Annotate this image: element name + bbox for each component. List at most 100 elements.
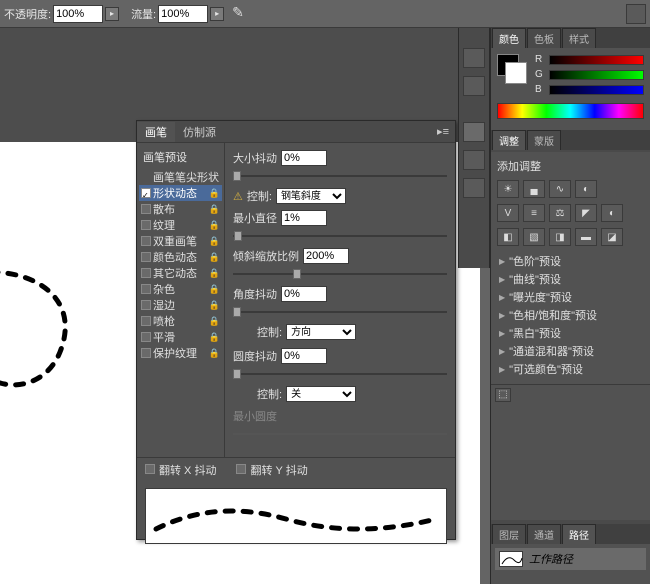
work-path-row[interactable]: 工作路径 <box>495 548 646 570</box>
brush-option-形状动态[interactable]: 形状动态🔒 <box>139 185 222 201</box>
checkbox-icon[interactable] <box>141 300 151 310</box>
preset-item[interactable]: ▶"色相/饱和度"预设 <box>497 306 644 324</box>
dock-char-icon[interactable] <box>463 178 485 198</box>
lock-icon: 🔒 <box>209 268 220 279</box>
tab-paths[interactable]: 路径 <box>562 524 596 544</box>
control3-select[interactable]: 关 <box>286 386 356 402</box>
angle-jitter-input[interactable] <box>281 286 327 302</box>
toolbar-right-icon[interactable] <box>626 4 646 24</box>
brush-option-杂色[interactable]: 杂色🔒 <box>139 281 222 297</box>
opacity-input[interactable] <box>53 5 103 23</box>
brightness-icon[interactable]: ☀ <box>497 180 519 198</box>
brush-option-保护纹理[interactable]: 保护纹理🔒 <box>139 345 222 361</box>
min-round-label: 最小圆度 <box>233 408 277 424</box>
levels-icon[interactable]: ▄ <box>523 180 545 198</box>
checkbox-icon[interactable] <box>141 284 151 294</box>
photo-filter-icon[interactable]: ◐ <box>601 204 623 222</box>
dock-clone-icon[interactable] <box>463 150 485 170</box>
adjustments-panel: 添加调整 ☀ ▄ ∿ ◐ V ≡ ⚖ ◤ ◐ ◧ ▧ ◨ ▬ ◪ ▶"色阶"预设 <box>491 152 650 520</box>
brush-option-散布[interactable]: 散布🔒 <box>139 201 222 217</box>
hue-icon[interactable]: ≡ <box>523 204 545 222</box>
preset-item[interactable]: ▶"色阶"预设 <box>497 252 644 270</box>
tab-swatches[interactable]: 色板 <box>527 28 561 48</box>
opacity-dropdown[interactable]: ▸ <box>105 7 119 21</box>
tab-masks[interactable]: 蒙版 <box>527 130 561 150</box>
tab-channels[interactable]: 通道 <box>527 524 561 544</box>
tab-clone-source[interactable]: 仿制源 <box>175 122 224 142</box>
spectrum-ramp[interactable] <box>497 103 644 119</box>
brush-option-画笔笔尖形状[interactable]: 画笔笔尖形状 <box>139 169 222 185</box>
checkbox-icon[interactable] <box>141 316 151 326</box>
preset-label: "黑白"预设 <box>509 325 561 341</box>
preset-item[interactable]: ▶"可选颜色"预设 <box>497 360 644 378</box>
preset-item[interactable]: ▶"曲线"预设 <box>497 270 644 288</box>
dock-history-icon[interactable] <box>463 48 485 68</box>
lock-icon: 🔒 <box>209 188 220 199</box>
checkbox-icon[interactable] <box>141 188 151 198</box>
checkbox-icon[interactable] <box>141 332 151 342</box>
checkbox-icon[interactable] <box>141 236 151 246</box>
control1-label: 控制: <box>247 188 272 204</box>
flow-input[interactable] <box>158 5 208 23</box>
tab-layers[interactable]: 图层 <box>492 524 526 544</box>
lock-icon: 🔒 <box>209 252 220 263</box>
b-slider[interactable] <box>549 85 644 95</box>
angle-jitter-slider[interactable] <box>233 307 447 317</box>
flow-dropdown[interactable]: ▸ <box>210 7 224 21</box>
tab-brush[interactable]: 画笔 <box>137 122 175 142</box>
r-slider[interactable] <box>549 55 644 65</box>
invert-icon[interactable]: ◧ <box>497 228 519 246</box>
size-jitter-slider[interactable] <box>233 171 447 181</box>
work-path-label: 工作路径 <box>529 551 573 567</box>
size-jitter-input[interactable] <box>281 150 327 166</box>
flow-label: 流量: <box>131 6 156 22</box>
curves-icon[interactable]: ∿ <box>549 180 571 198</box>
panel-menu-icon[interactable]: ▸≡ <box>431 125 455 138</box>
preset-item[interactable]: ▶"曝光度"预设 <box>497 288 644 306</box>
brush-option-喷枪[interactable]: 喷枪🔒 <box>139 313 222 329</box>
preset-item[interactable]: ▶ "黑白"预设 <box>497 324 644 342</box>
dock-brush-icon[interactable] <box>463 122 485 142</box>
round-jitter-slider[interactable] <box>233 369 447 379</box>
flip-y-checkbox[interactable]: 翻转 Y 抖动 <box>236 462 307 478</box>
threshold-icon[interactable]: ◨ <box>549 228 571 246</box>
flip-x-checkbox[interactable]: 翻转 X 抖动 <box>145 462 216 478</box>
control2-select[interactable]: 方向 <box>286 324 356 340</box>
checkbox-icon[interactable] <box>141 348 151 358</box>
bw-icon[interactable]: ◤ <box>575 204 597 222</box>
disclosure-icon: ▶ <box>499 329 505 338</box>
dock-actions-icon[interactable] <box>463 76 485 96</box>
tilt-scale-input[interactable] <box>303 248 349 264</box>
brush-option-纹理[interactable]: 纹理🔒 <box>139 217 222 233</box>
brush-option-双重画笔[interactable]: 双重画笔🔒 <box>139 233 222 249</box>
min-diameter-slider[interactable] <box>233 231 447 241</box>
brush-presets-title[interactable]: 画笔预设 <box>139 147 222 167</box>
tab-color[interactable]: 颜色 <box>492 28 526 48</box>
vibrance-icon[interactable]: V <box>497 204 519 222</box>
selective-color-icon[interactable]: ◪ <box>601 228 623 246</box>
balance-icon[interactable]: ⚖ <box>549 204 571 222</box>
checkbox-icon[interactable] <box>141 220 151 230</box>
tab-styles[interactable]: 样式 <box>562 28 596 48</box>
brush-option-label: 湿边 <box>153 297 175 313</box>
g-slider[interactable] <box>549 70 644 80</box>
adjust-footer-icon[interactable]: ⬚ <box>495 388 511 402</box>
brush-option-颜色动态[interactable]: 颜色动态🔒 <box>139 249 222 265</box>
airbrush-icon[interactable]: ✎ <box>232 4 252 24</box>
gradient-map-icon[interactable]: ▬ <box>575 228 597 246</box>
posterize-icon[interactable]: ▧ <box>523 228 545 246</box>
exposure-icon[interactable]: ◐ <box>575 180 597 198</box>
min-diameter-input[interactable] <box>281 210 327 226</box>
tab-adjustments[interactable]: 调整 <box>492 130 526 150</box>
checkbox-icon[interactable] <box>141 252 151 262</box>
control1-select[interactable]: 钢笔斜度 <box>276 188 346 204</box>
background-swatch[interactable] <box>505 62 527 84</box>
brush-option-平滑[interactable]: 平滑🔒 <box>139 329 222 345</box>
brush-option-其它动态[interactable]: 其它动态🔒 <box>139 265 222 281</box>
checkbox-icon[interactable] <box>141 268 151 278</box>
checkbox-icon[interactable] <box>141 204 151 214</box>
round-jitter-input[interactable] <box>281 348 327 364</box>
preset-item[interactable]: ▶"通道混和器"预设 <box>497 342 644 360</box>
tilt-scale-slider[interactable] <box>233 269 447 279</box>
brush-option-湿边[interactable]: 湿边🔒 <box>139 297 222 313</box>
